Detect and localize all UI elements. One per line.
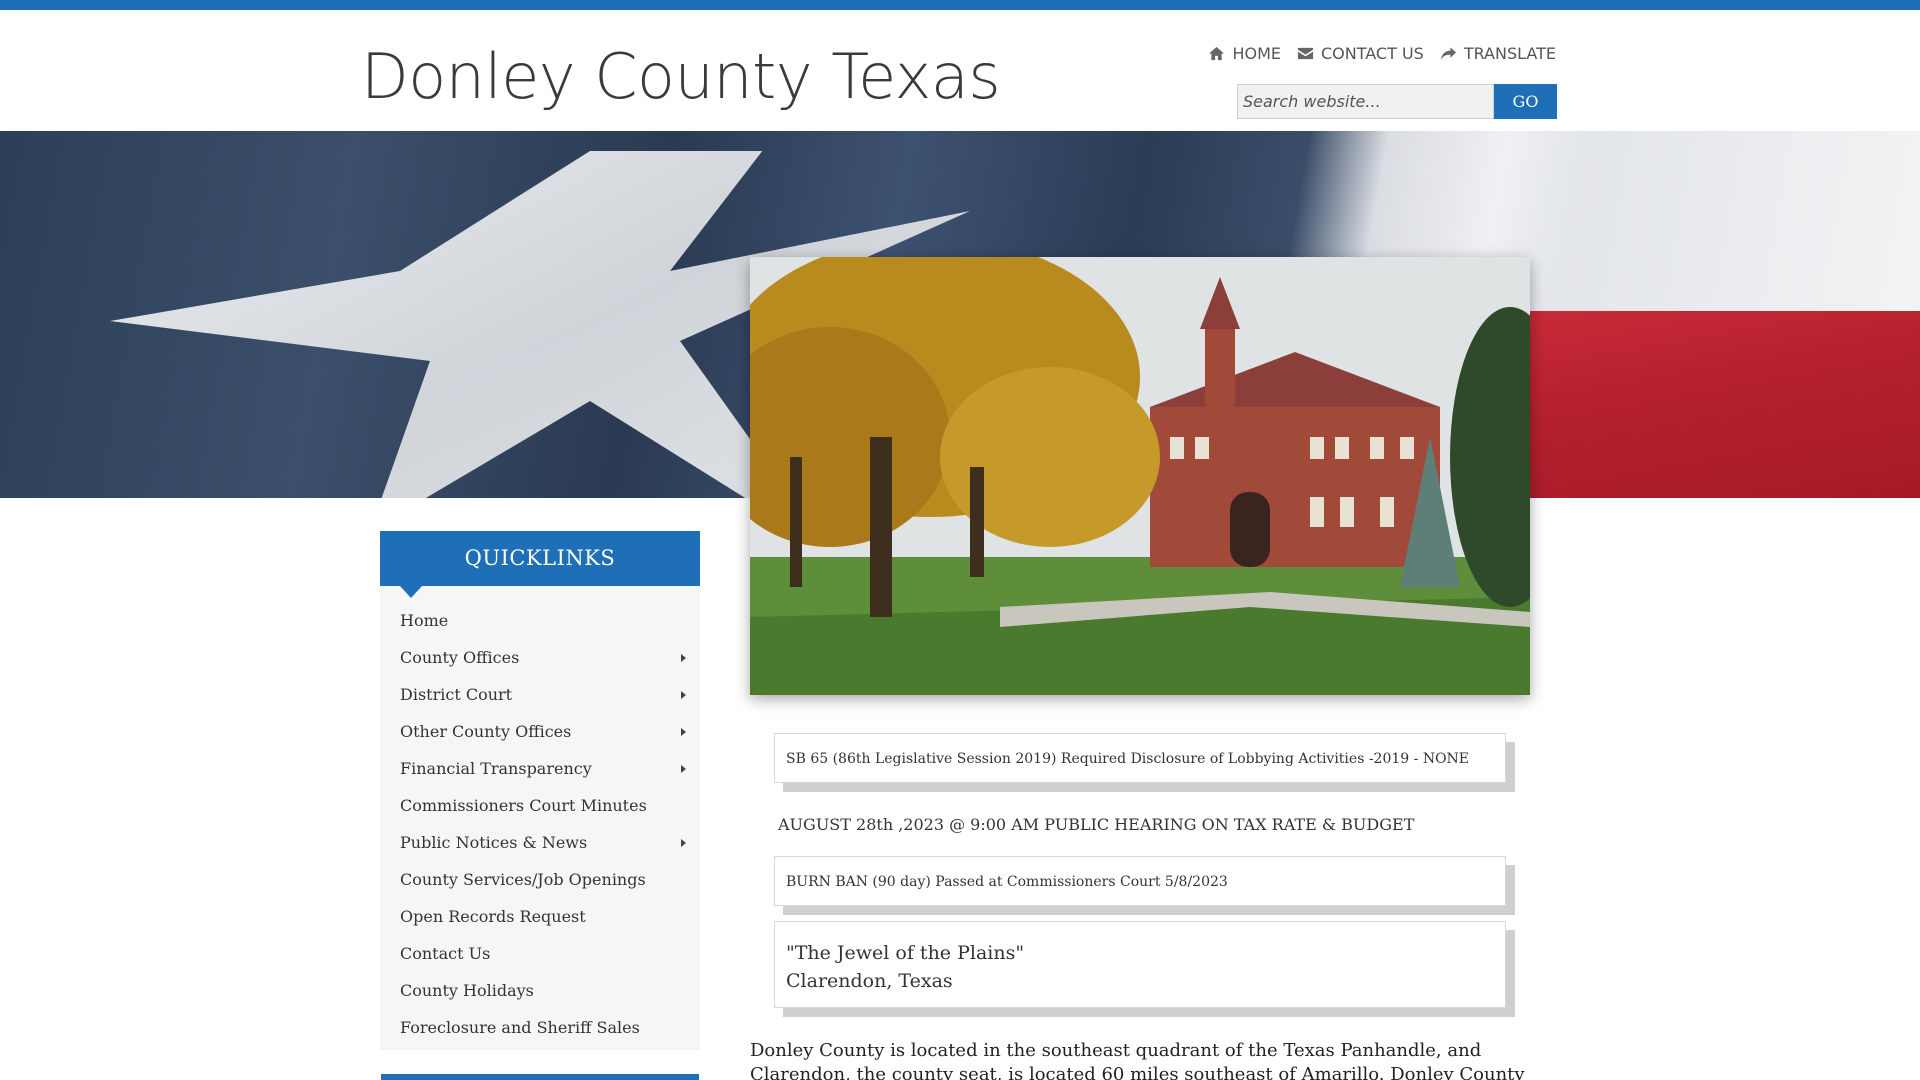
nav-home-link[interactable]: HOME [1208, 44, 1281, 63]
quicklink-label: Foreclosure and Sheriff Sales [400, 1018, 640, 1037]
quicklink-home[interactable]: Home [380, 602, 700, 639]
quicklink-contact-us[interactable]: Contact Us [380, 935, 700, 972]
quicklink-foreclosure-sheriff-sales[interactable]: Foreclosure and Sheriff Sales [380, 1009, 700, 1046]
nav-translate-label: TRANSLATE [1463, 44, 1556, 63]
burn-ban-text: BURN BAN (90 day) Passed at Commissioner… [786, 874, 1228, 890]
home-icon [1209, 46, 1225, 61]
caret-right-icon [681, 765, 686, 773]
nav-contact-label: CONTACT US [1320, 44, 1424, 63]
quicklink-district-court[interactable]: District Court [380, 676, 700, 713]
caret-right-icon [681, 654, 686, 662]
quicklink-label: County Services/Job Openings [400, 870, 646, 889]
quicklink-label: Contact Us [400, 944, 491, 963]
lobbying-disclosure-text: SB 65 (86th Legislative Session 2019) Re… [786, 751, 1470, 767]
quicklink-label: Public Notices & News [400, 833, 588, 852]
lobbying-disclosure-notice[interactable]: SB 65 (86th Legislative Session 2019) Re… [774, 733, 1506, 783]
quicklink-label: District Court [400, 685, 513, 704]
caret-right-icon [681, 728, 686, 736]
quicklink-commissioners-court-minutes[interactable]: Commissioners Court Minutes [380, 787, 700, 824]
slogan-line-1: "The Jewel of the Plains" [786, 942, 1025, 964]
search-go-button[interactable]: GO [1494, 84, 1557, 119]
quicklink-label: County Offices [400, 648, 520, 667]
public-hearing-notice[interactable]: AUGUST 28th ,2023 @ 9:00 AM PUBLIC HEARI… [778, 803, 1530, 847]
next-panel-header [381, 1074, 699, 1080]
quicklinks-title: QUICKLINKS [380, 531, 700, 598]
site-header: Donley County Texas HOME CONTACT US TRAN… [0, 10, 1920, 131]
quicklink-county-offices[interactable]: County Offices [380, 639, 700, 676]
search-form: GO [1237, 84, 1557, 119]
nav-home-label: HOME [1232, 44, 1281, 63]
nav-contact-link[interactable]: CONTACT US [1297, 44, 1424, 63]
nav-translate-link[interactable]: TRANSLATE [1440, 44, 1556, 63]
quicklinks-list: Home County Offices District Court Other… [380, 586, 700, 1050]
envelope-icon [1297, 47, 1314, 60]
quicklink-public-notices-news[interactable]: Public Notices & News [380, 824, 700, 861]
quicklink-label: County Holidays [400, 981, 534, 1000]
share-icon [1440, 47, 1456, 60]
slogan-line-2: Clarendon, Texas [786, 970, 953, 992]
quicklink-label: Commissioners Court Minutes [400, 796, 647, 815]
top-nav: HOME CONTACT US TRANSLATE [1208, 44, 1556, 63]
caret-right-icon [681, 691, 686, 699]
quicklink-county-holidays[interactable]: County Holidays [380, 972, 700, 1009]
quicklink-label: Open Records Request [400, 907, 586, 926]
courthouse-image [750, 257, 1530, 695]
quicklink-other-county-offices[interactable]: Other County Offices [380, 713, 700, 750]
quicklink-label: Financial Transparency [400, 759, 592, 778]
quicklink-open-records-request[interactable]: Open Records Request [380, 898, 700, 935]
quicklink-label: Home [400, 611, 449, 630]
site-title[interactable]: Donley County Texas [361, 40, 1001, 113]
notices-section: SB 65 (86th Legislative Session 2019) Re… [750, 733, 1530, 1008]
search-input[interactable] [1237, 84, 1494, 119]
quicklink-label: Other County Offices [400, 722, 572, 741]
top-accent-bar [0, 0, 1920, 10]
slogan-card: "The Jewel of the Plains" Clarendon, Tex… [774, 921, 1506, 1008]
quicklink-financial-transparency[interactable]: Financial Transparency [380, 750, 700, 787]
county-intro-paragraph: Donley County is located in the southeas… [750, 1040, 1525, 1080]
caret-right-icon [681, 839, 686, 847]
burn-ban-notice[interactable]: BURN BAN (90 day) Passed at Commissioner… [774, 856, 1506, 906]
quicklink-county-services-jobs[interactable]: County Services/Job Openings [380, 861, 700, 898]
quicklinks-panel: QUICKLINKS Home County Offices District … [380, 531, 700, 1050]
courthouse-photo [750, 257, 1530, 695]
flag-red-stripe [1530, 311, 1920, 498]
